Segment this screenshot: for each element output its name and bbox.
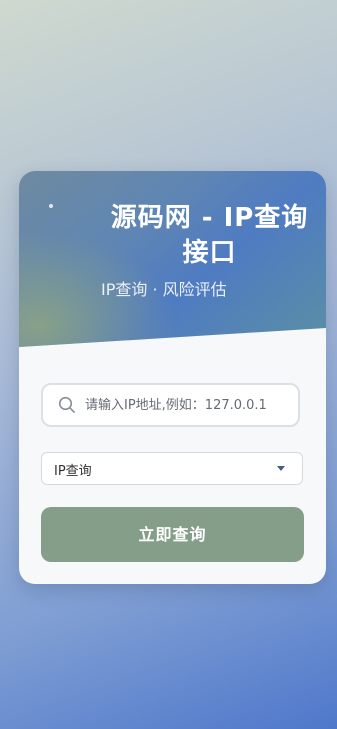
query-now-button[interactable]: 立即查询 bbox=[41, 507, 304, 562]
query-type-value: IP查询 bbox=[54, 464, 92, 479]
ip-address-input[interactable] bbox=[85, 385, 290, 425]
search-icon bbox=[58, 396, 76, 414]
query-type-select[interactable]: IP查询 bbox=[41, 452, 303, 485]
caret-down-icon bbox=[277, 466, 285, 471]
ip-query-card: 源码网 - IP查询接口 IP查询 · 风险评估 IP查询 立即查询 bbox=[19, 171, 326, 584]
page-subtitle: IP查询 · 风险评估 bbox=[101, 280, 227, 299]
sparkle-decoration bbox=[49, 204, 53, 208]
card-header: 源码网 - IP查询接口 IP查询 · 风险评估 bbox=[19, 171, 326, 347]
page-title: 源码网 - IP查询接口 bbox=[110, 203, 309, 268]
search-field[interactable] bbox=[41, 383, 300, 427]
